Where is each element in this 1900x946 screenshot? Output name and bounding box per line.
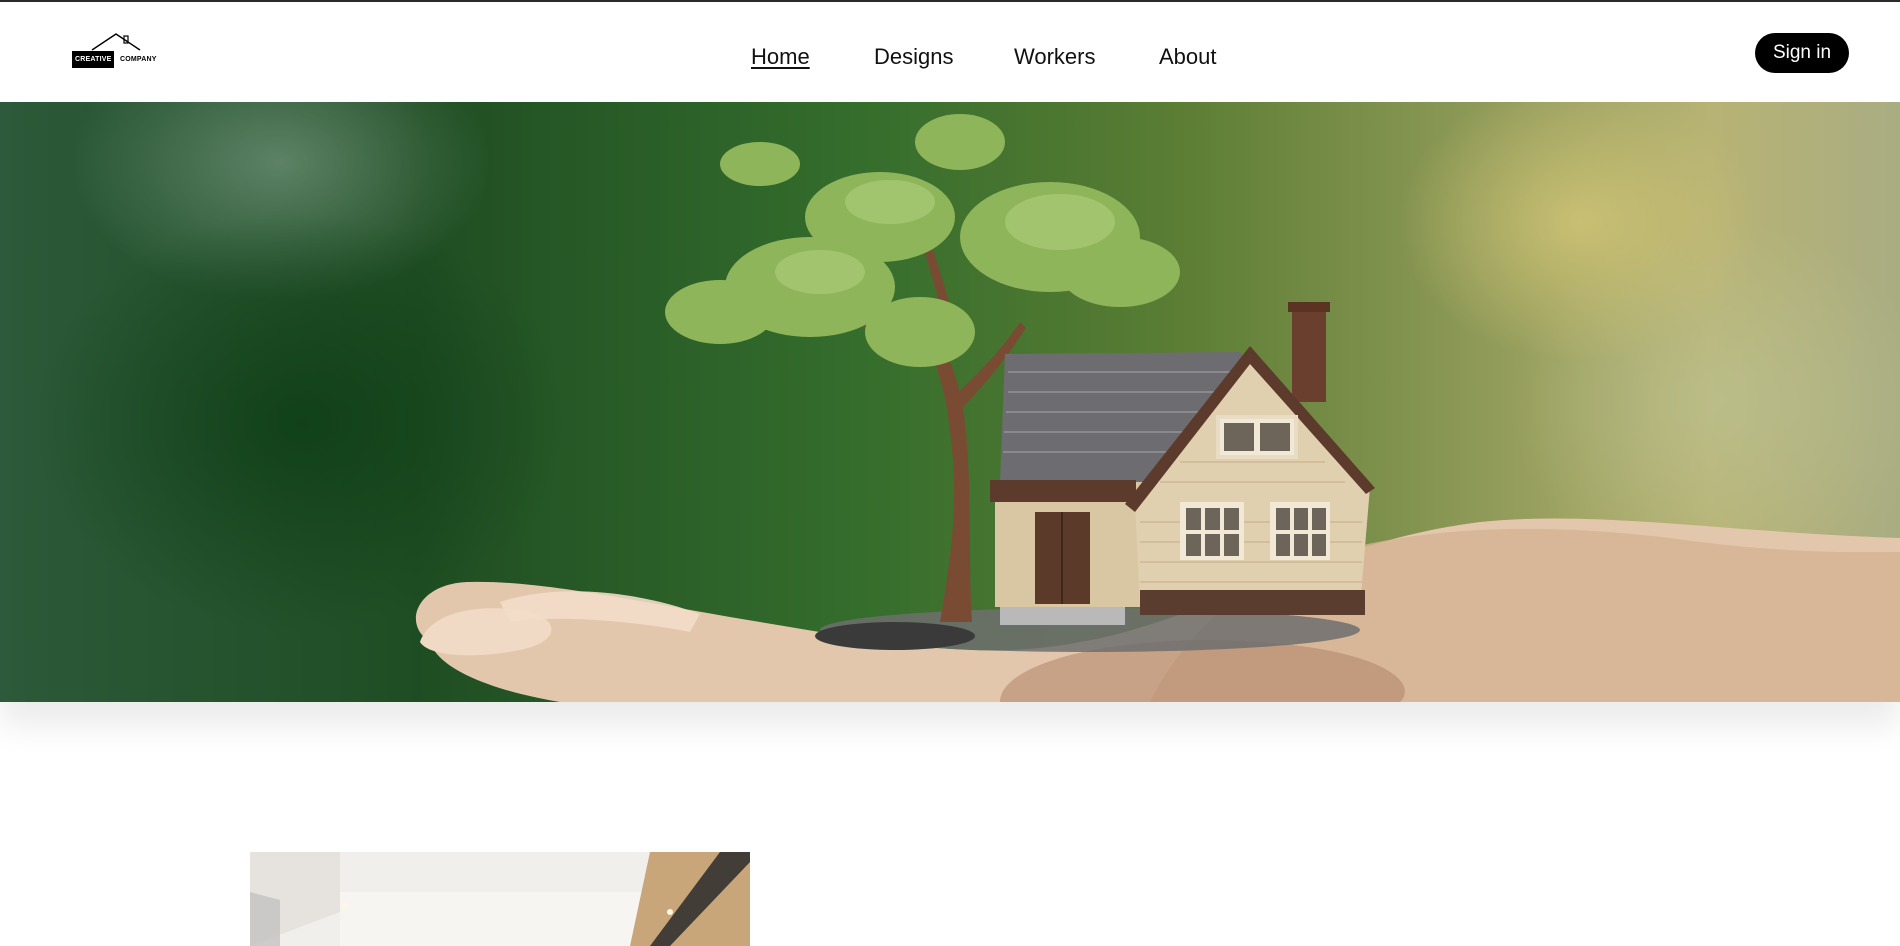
hero-banner-image	[0, 102, 1900, 702]
main-nav: Home Designs Workers About	[0, 42, 1900, 72]
nav-home-link[interactable]: Home	[751, 42, 810, 72]
site-header: CREATIVE COMPANY Home Designs Workers Ab…	[0, 2, 1900, 102]
house-in-hand-illustration	[415, 114, 1900, 702]
sign-in-button[interactable]: Sign in	[1755, 33, 1849, 73]
room-interior-illustration	[250, 852, 750, 946]
nav-about-link[interactable]: About	[1159, 42, 1217, 72]
nav-workers-link[interactable]: Workers	[1014, 42, 1096, 72]
nav-designs-link[interactable]: Designs	[874, 42, 953, 72]
interior-photo-thumbnail[interactable]	[250, 852, 750, 946]
